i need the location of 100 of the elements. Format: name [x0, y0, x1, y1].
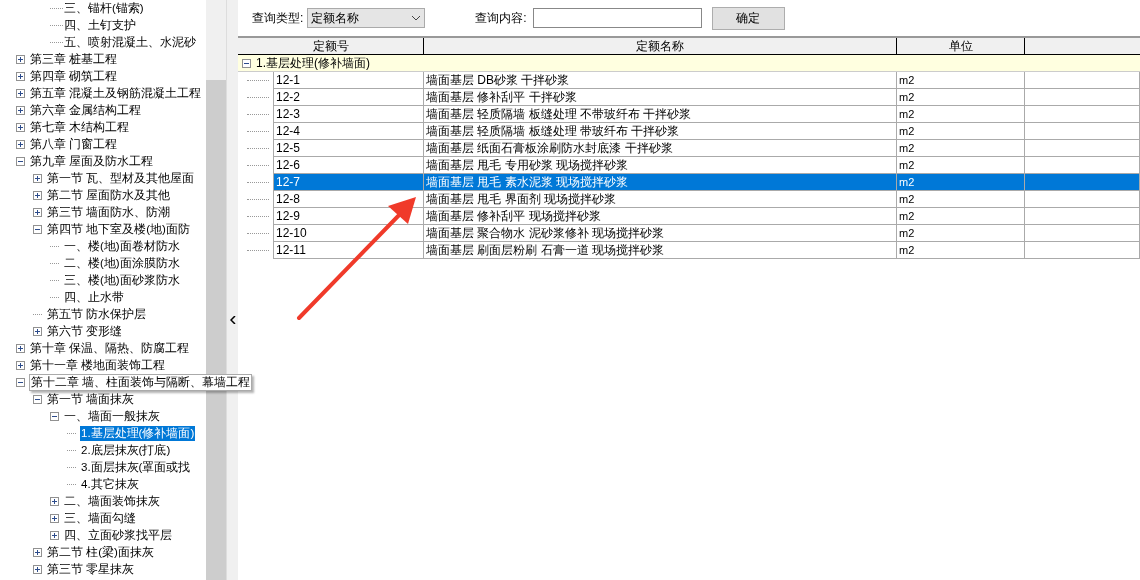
tree-item[interactable]: 第四节 地下室及楼(地)面防 — [46, 222, 191, 237]
query-type-select[interactable]: 定额名称 — [307, 8, 426, 28]
table-cell: 12-7 — [273, 174, 424, 191]
expand-toggle[interactable] — [16, 89, 25, 98]
tree-item[interactable]: 第三章 桩基工程 — [29, 52, 119, 67]
expand-toggle[interactable] — [50, 531, 59, 540]
query-content-field[interactable] — [532, 8, 702, 28]
collapse-toggle[interactable] — [33, 395, 42, 404]
table-row[interactable]: 12-11 墙面基层 刷面层粉刷 石膏一道 现场搅拌砂浆 m2 — [238, 242, 1140, 259]
tree-item[interactable]: 四、止水带 — [63, 290, 125, 305]
expand-toggle[interactable] — [33, 565, 42, 574]
expand-toggle[interactable] — [50, 514, 59, 523]
expand-toggle[interactable] — [16, 140, 25, 149]
table-cell: 12-1 — [273, 72, 424, 89]
table-row[interactable]: 12-7 墙面基层 甩毛 素水泥浆 现场搅拌砂浆 m2 — [238, 174, 1140, 191]
expand-toggle[interactable] — [33, 191, 42, 200]
table-cell: m2 — [897, 191, 1025, 208]
table-cell: m2 — [897, 89, 1025, 106]
column-header[interactable]: 定额号 — [238, 38, 424, 54]
tree-item[interactable]: 四、土钉支护 — [63, 18, 137, 33]
table-cell: 12-4 — [273, 123, 424, 140]
tree-item[interactable]: 第五章 混凝土及钢筋混凝土工程 — [29, 86, 203, 101]
table-cell: 12-3 — [273, 106, 424, 123]
table-row[interactable]: 12-4 墙面基层 轻质隔墙 板缝处理 带玻纤布 干拌砂浆 m2 — [238, 123, 1140, 140]
table-cell: 12-11 — [273, 242, 424, 259]
column-header[interactable]: 定额名称 — [424, 38, 897, 54]
table-cell: m2 — [897, 140, 1025, 157]
query-type-label: 查询类型: — [252, 10, 304, 27]
table-cell: m2 — [897, 242, 1025, 259]
collapse-toggle[interactable] — [50, 412, 59, 421]
tree-item[interactable]: 第九章 屋面及防水工程 — [29, 154, 155, 169]
table-row[interactable]: 12-2 墙面基层 修补刮平 干拌砂浆 m2 — [238, 89, 1140, 106]
table-cell: m2 — [897, 174, 1025, 191]
expand-toggle[interactable] — [33, 174, 42, 183]
expand-toggle[interactable] — [16, 344, 25, 353]
collapse-toggle[interactable] — [16, 378, 25, 387]
confirm-button[interactable]: 确定 — [711, 6, 785, 30]
tree-item[interactable]: 2.底层抹灰(打底) — [80, 443, 172, 458]
table-cell: 墙面基层 轻质隔墙 板缝处理 带玻纤布 干拌砂浆 — [424, 123, 897, 140]
expand-toggle[interactable] — [33, 208, 42, 217]
tree-item[interactable]: 第二节 柱(梁)面抹灰 — [46, 545, 155, 560]
table-cell: 12-10 — [273, 225, 424, 242]
expand-toggle[interactable] — [16, 106, 25, 115]
expand-toggle[interactable] — [16, 361, 25, 370]
tree-item[interactable]: 一、墙面一般抹灰 — [63, 409, 161, 424]
chevron-down-icon — [411, 15, 422, 21]
tree-item[interactable]: 第四章 砌筑工程 — [29, 69, 119, 84]
expand-toggle[interactable] — [50, 497, 59, 506]
table-row[interactable]: 12-1 墙面基层 DB砂浆 干拌砂浆 m2 — [238, 72, 1140, 89]
tree-item[interactable]: 二、墙面装饰抹灰 — [63, 494, 161, 509]
query-content-label: 查询内容: — [475, 10, 527, 27]
chevron-left-icon[interactable] — [229, 316, 236, 324]
tree-item[interactable]: 三、锚杆(锚索) — [63, 1, 145, 16]
tree-item[interactable]: 第五节 防水保护层 — [46, 307, 148, 322]
table-row[interactable]: 12-3 墙面基层 轻质隔墙 板缝处理 不带玻纤布 干拌砂浆 m2 — [238, 106, 1140, 123]
table-cell: m2 — [897, 72, 1025, 89]
table-cell: 墙面基层 纸面石膏板涂刷防水封底漆 干拌砂浆 — [424, 140, 897, 157]
tree-item[interactable]: 3.面层抹灰(罩面或找 — [80, 460, 192, 475]
column-header[interactable]: 单位 — [897, 38, 1025, 54]
expand-toggle[interactable] — [16, 72, 25, 81]
table-cell: m2 — [897, 123, 1025, 140]
tree-item[interactable]: 第十章 保温、隔热、防腐工程 — [29, 341, 191, 356]
expand-toggle[interactable] — [33, 327, 42, 336]
tree-item[interactable]: 第六章 金属结构工程 — [29, 103, 143, 118]
tree-item[interactable]: 1.基层处理(修补墙面) — [80, 426, 196, 441]
tree-item[interactable]: 第一节 瓦、型材及其他屋面 — [46, 171, 196, 186]
collapse-toggle[interactable] — [242, 58, 251, 68]
expand-toggle[interactable] — [33, 548, 42, 557]
tree-item[interactable]: 三、墙面勾缝 — [63, 511, 137, 526]
tree-item[interactable]: 第七章 木结构工程 — [29, 120, 131, 135]
table-cell: m2 — [897, 225, 1025, 242]
tree-item[interactable]: 第二节 屋面防水及其他 — [46, 188, 172, 203]
tree-item[interactable]: 第一节 墙面抹灰 — [46, 392, 136, 407]
tree-item[interactable]: 第三节 墙面防水、防潮 — [46, 205, 172, 220]
tree-item[interactable]: 4.其它抹灰 — [80, 477, 140, 492]
tree-item[interactable]: 三、楼(地)面砂浆防水 — [63, 273, 181, 288]
tree-item[interactable]: 一、楼(地)面卷材防水 — [63, 239, 181, 254]
expand-toggle[interactable] — [16, 55, 25, 64]
tree-item[interactable]: 第六节 变形缝 — [46, 324, 124, 339]
collapse-toggle[interactable] — [16, 157, 25, 166]
tree-item[interactable]: 第八章 门窗工程 — [29, 137, 119, 152]
tree-item[interactable]: 二、楼(地)面涂膜防水 — [63, 256, 181, 271]
tree-item[interactable]: 第三节 零星抹灰 — [46, 562, 136, 577]
table-cell: 12-5 — [273, 140, 424, 157]
tree-item[interactable]: 第十一章 楼地面装饰工程 — [29, 358, 167, 373]
table-row[interactable]: 12-10 墙面基层 聚合物水 泥砂浆修补 现场搅拌砂浆 m2 — [238, 225, 1140, 242]
table-cell: 墙面基层 甩毛 界面剂 现场搅拌砂浆 — [424, 191, 897, 208]
table-cell: 墙面基层 聚合物水 泥砂浆修补 现场搅拌砂浆 — [424, 225, 897, 242]
tree-item[interactable]: 五、喷射混凝土、水泥砂 — [63, 35, 197, 50]
table-cell: 墙面基层 修补刮平 干拌砂浆 — [424, 89, 897, 106]
tree-item[interactable]: 第十二章 墙、柱面装饰与隔断、幕墙工程 — [29, 374, 253, 391]
expand-toggle[interactable] — [16, 123, 25, 132]
table-cell: 12-2 — [273, 89, 424, 106]
tree-item[interactable]: 四、立面砂浆找平层 — [63, 528, 173, 543]
table-cell: 墙面基层 甩毛 素水泥浆 现场搅拌砂浆 — [424, 174, 897, 191]
collapse-toggle[interactable] — [33, 225, 42, 234]
table-cell: 墙面基层 轻质隔墙 板缝处理 不带玻纤布 干拌砂浆 — [424, 106, 897, 123]
table-cell: 墙面基层 刷面层粉刷 石膏一道 现场搅拌砂浆 — [424, 242, 897, 259]
table-row[interactable]: 12-5 墙面基层 纸面石膏板涂刷防水封底漆 干拌砂浆 m2 — [238, 140, 1140, 157]
group-label: 1.基层处理(修补墙面) — [256, 55, 370, 71]
